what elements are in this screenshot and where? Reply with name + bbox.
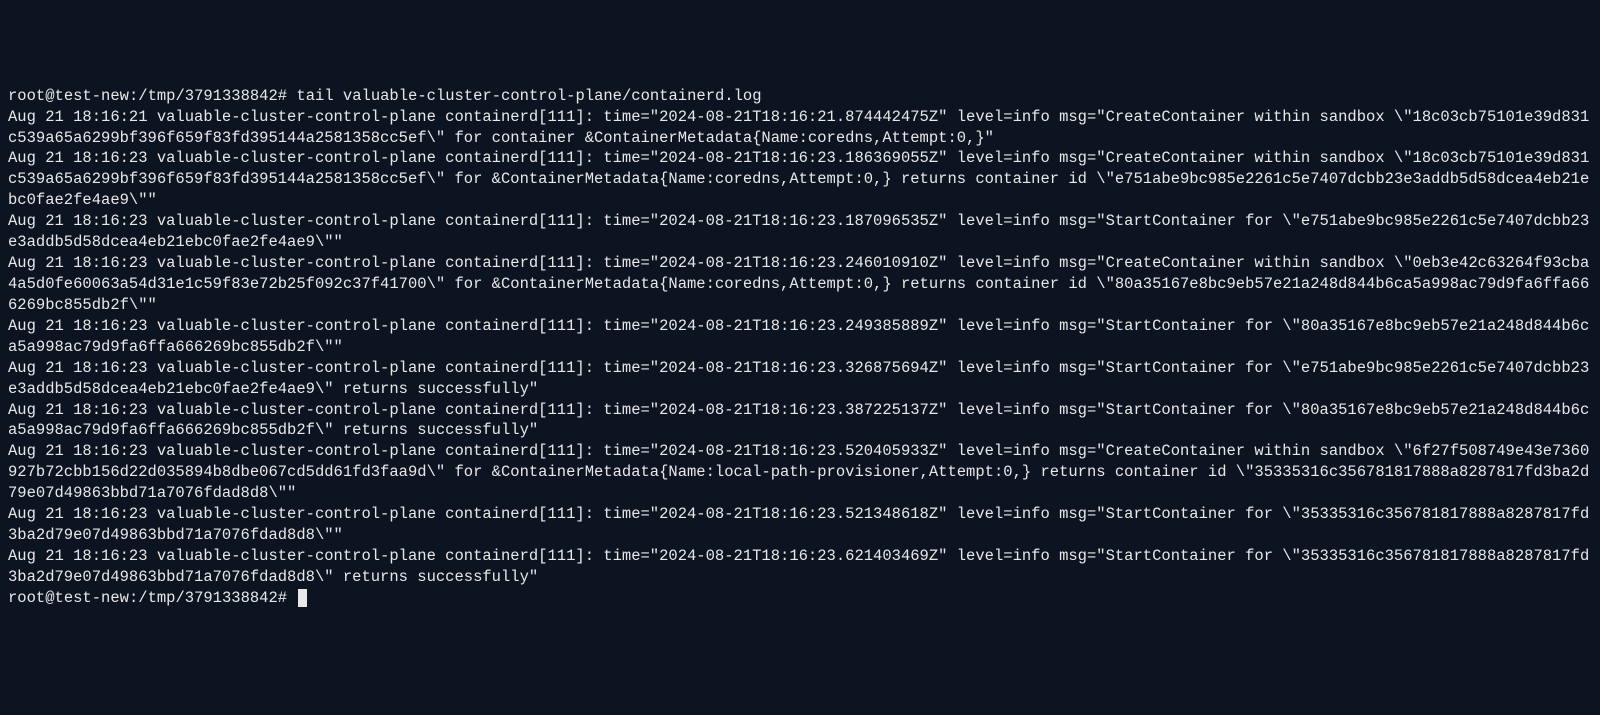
cursor-icon — [298, 589, 307, 607]
log-line: Aug 21 18:16:23 valuable-cluster-control… — [8, 254, 1589, 314]
prompt-user: root — [8, 589, 45, 607]
prompt-cwd: /tmp/3791338842 — [138, 87, 278, 105]
prompt-line-command: root@test-new:/tmp/3791338842# tail valu… — [8, 87, 762, 105]
log-line: Aug 21 18:16:23 valuable-cluster-control… — [8, 401, 1589, 440]
log-line: Aug 21 18:16:23 valuable-cluster-control… — [8, 442, 1589, 502]
log-line: Aug 21 18:16:23 valuable-cluster-control… — [8, 359, 1589, 398]
prompt-host: test-new — [55, 87, 129, 105]
log-line: Aug 21 18:16:23 valuable-cluster-control… — [8, 212, 1589, 251]
prompt-host: test-new — [55, 589, 129, 607]
prompt-command: tail valuable-cluster-control-plane/cont… — [296, 87, 761, 105]
log-line: Aug 21 18:16:21 valuable-cluster-control… — [8, 108, 1589, 147]
log-line: Aug 21 18:16:23 valuable-cluster-control… — [8, 317, 1589, 356]
log-line: Aug 21 18:16:23 valuable-cluster-control… — [8, 149, 1589, 209]
terminal-output[interactable]: root@test-new:/tmp/3791338842# tail valu… — [8, 86, 1592, 609]
prompt-user: root — [8, 87, 45, 105]
prompt-separator: # — [278, 589, 287, 607]
log-line: Aug 21 18:16:23 valuable-cluster-control… — [8, 547, 1589, 586]
prompt-cwd: /tmp/3791338842 — [138, 589, 278, 607]
prompt-line-idle: root@test-new:/tmp/3791338842# — [8, 589, 307, 607]
prompt-separator: # — [278, 87, 287, 105]
log-line: Aug 21 18:16:23 valuable-cluster-control… — [8, 505, 1589, 544]
